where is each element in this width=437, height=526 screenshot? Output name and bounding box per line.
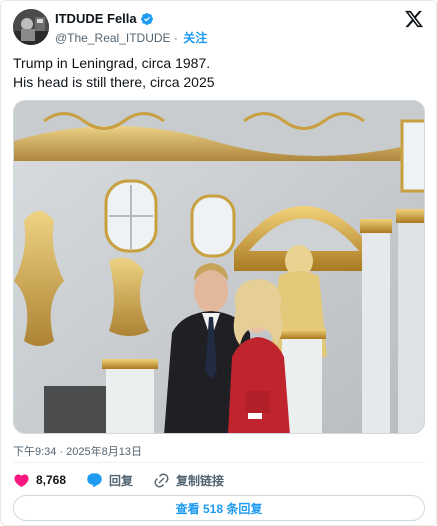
author-name-line: ITDUDE Fella [55, 11, 154, 26]
author-display-name[interactable]: ITDUDE Fella [55, 11, 137, 26]
reply-button[interactable]: 回复 [86, 472, 133, 489]
tweet-timestamp[interactable]: 下午9:34 · 2025年8月13日 [13, 443, 142, 459]
view-replies-button[interactable]: 查看 518 条回复 [13, 495, 425, 521]
tweet-photo[interactable] [13, 100, 425, 434]
link-icon [154, 473, 169, 487]
copy-link-button[interactable]: 复制链接 [153, 472, 224, 489]
tweet-header: ITDUDE Fella @The_Real_ITDUDE · 关注 [13, 9, 426, 45]
author-handle-line: @The_Real_ITDUDE · 关注 [55, 29, 207, 46]
tweet-text-line: Trump in Leningrad, circa 1987. [13, 55, 211, 71]
speech-bubble-icon [87, 472, 102, 487]
action-bar: 8,768 回复 复制链接 [13, 469, 244, 491]
tweet-card: ITDUDE Fella @The_Real_ITDUDE · 关注 Trump… [0, 0, 437, 526]
tweet-text: Trump in Leningrad, circa 1987. His head… [13, 54, 423, 92]
copy-link-label: 复制链接 [176, 473, 225, 488]
view-replies-label: 查看 518 条回复 [175, 501, 263, 516]
verified-badge-icon [140, 12, 154, 26]
divider [13, 462, 425, 463]
heart-icon [14, 473, 29, 487]
author-handle[interactable]: @The_Real_ITDUDE [55, 31, 171, 45]
reply-label: 回复 [109, 473, 134, 488]
tweet-text-line: His head is still there, circa 2025 [13, 74, 215, 90]
like-count: 8,768 [36, 473, 67, 487]
x-logo-icon[interactable] [404, 9, 424, 29]
like-button[interactable]: 8,768 [13, 472, 66, 489]
handle-separator: · [173, 31, 178, 45]
avatar[interactable] [13, 9, 49, 45]
follow-button[interactable]: 关注 [183, 31, 207, 45]
